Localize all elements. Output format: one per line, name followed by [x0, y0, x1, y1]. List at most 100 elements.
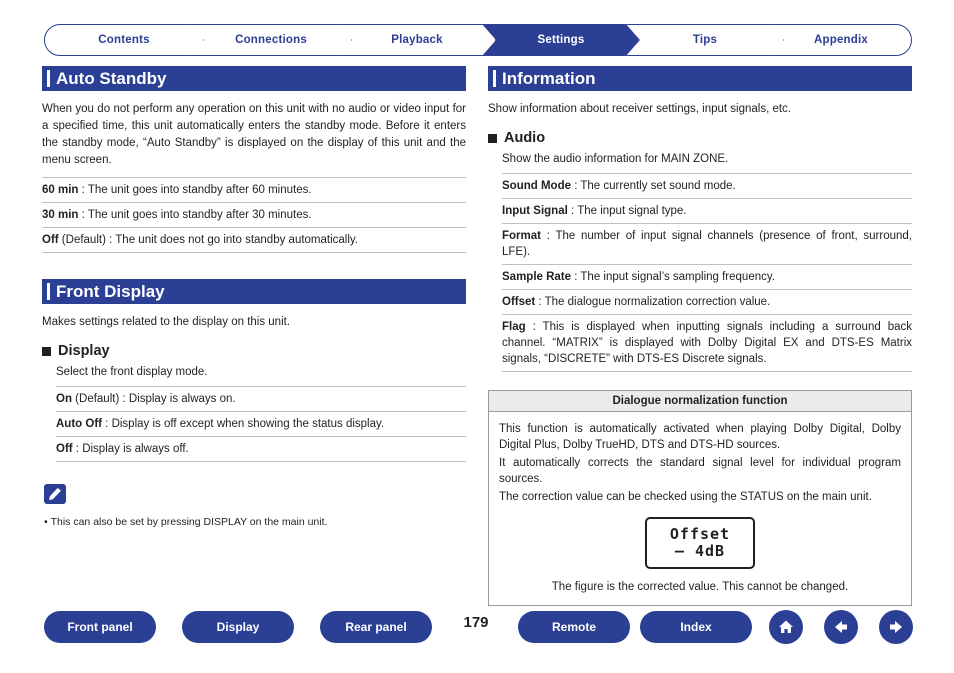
- definition-row: Off (Default) : The unit does not go int…: [42, 227, 466, 253]
- tab-label: Appendix: [814, 34, 868, 46]
- definition-term: 30 min: [42, 209, 79, 221]
- tab-label: Playback: [391, 34, 443, 46]
- bullet-square-icon: [488, 133, 497, 143]
- section-header-auto-standby: Auto Standby: [42, 66, 466, 91]
- footer-button-rear-panel[interactable]: Rear panel: [320, 611, 432, 643]
- bullet-square-icon: [42, 346, 51, 356]
- subheading-label: Display: [58, 343, 110, 359]
- definition-desc: : The currently set sound mode.: [571, 180, 736, 192]
- tab-tips[interactable]: Tips: [626, 24, 784, 56]
- footer-button-display[interactable]: Display: [182, 611, 294, 643]
- definition-row: 60 min : The unit goes into standby afte…: [42, 177, 466, 202]
- definition-row: 30 min : The unit goes into standby afte…: [42, 202, 466, 227]
- home-icon: [777, 618, 795, 636]
- page-number: 179: [463, 614, 489, 631]
- definition-desc: : Display is off except when showing the…: [101, 418, 385, 430]
- definition-row: Sample Rate : The input signal’s samplin…: [502, 265, 912, 289]
- definition-term: Format: [502, 230, 541, 242]
- definition-desc: : This is displayed when inputting signa…: [502, 321, 912, 365]
- definition-term: Offset: [502, 296, 536, 308]
- definition-term: Flag: [502, 321, 526, 333]
- tab-label: Contents: [98, 34, 150, 46]
- tab-label: Tips: [692, 34, 718, 46]
- definition-row: On (Default) : Display is always on.: [56, 386, 466, 411]
- note-block: • This can also be set by pressing DISPL…: [42, 484, 466, 530]
- definition-desc: : Display is always on.: [119, 393, 236, 405]
- back-arrow-icon: [831, 618, 851, 636]
- left-column: Auto Standby When you do not perform any…: [42, 66, 466, 530]
- definition-row: Offset : The dialogue normalization corr…: [502, 289, 912, 314]
- lcd-display-image: Offset – 4dB: [645, 517, 755, 569]
- tab-contents[interactable]: Contents: [44, 24, 204, 56]
- definition-row: Flag : This is displayed when inputting …: [502, 314, 912, 372]
- definition-row: Sound Mode : The currently set sound mod…: [502, 173, 912, 198]
- definition-desc: : Display is always off.: [72, 443, 189, 455]
- definition-term: Input Signal: [502, 205, 568, 217]
- definition-term: On: [56, 393, 72, 405]
- section-title: Front Display: [56, 282, 165, 301]
- dialogue-paragraph: This function is automatically activated…: [499, 423, 901, 451]
- definition-term: Off: [56, 443, 73, 455]
- definition-row: Format : The number of input signal chan…: [502, 223, 912, 265]
- lcd-line-1: Offset: [669, 525, 731, 543]
- dialogue-box-body: This function is automatically activated…: [489, 412, 911, 605]
- front-display-intro: Makes settings related to the display on…: [42, 316, 291, 328]
- footer-button-label: Index: [680, 620, 712, 634]
- forward-arrow-icon: [886, 618, 906, 636]
- lcd-line-2: – 4dB: [674, 542, 726, 560]
- tab-appendix[interactable]: Appendix: [770, 24, 912, 56]
- auto-standby-intro: When you do not perform any operation on…: [42, 103, 466, 166]
- definition-row: Off : Display is always off.: [56, 436, 466, 462]
- definition-desc: : The unit goes into standby after 30 mi…: [78, 209, 312, 221]
- tab-bar: Contents Connections Playback Settings T…: [44, 24, 912, 56]
- footer-button-front-panel[interactable]: Front panel: [44, 611, 156, 643]
- definition-term: Auto Off: [56, 418, 102, 430]
- dialogue-normalization-box: Dialogue normalization function This fun…: [488, 390, 912, 606]
- right-column: Information Show information about recei…: [488, 66, 912, 606]
- definition-desc: : The unit does not go into standby auto…: [105, 234, 358, 246]
- definition-term: Sound Mode: [502, 180, 571, 192]
- definition-desc: : The number of input signal channels (p…: [502, 230, 912, 258]
- dialogue-caption: The figure is the corrected value. This …: [551, 581, 849, 593]
- section-header-front-display: Front Display: [42, 279, 466, 304]
- dialogue-box-title: Dialogue normalization function: [489, 391, 911, 412]
- note-bullet: •: [44, 516, 51, 528]
- subheading-audio: Audio: [488, 130, 912, 146]
- footer-button-remote[interactable]: Remote: [518, 611, 630, 643]
- section-header-information: Information: [488, 66, 912, 91]
- footer-bar: Front panel Display Rear panel 179 Remot…: [0, 608, 954, 648]
- pencil-icon: [44, 484, 66, 504]
- definition-row: Input Signal : The input signal type.: [502, 198, 912, 223]
- section-title: Auto Standby: [56, 69, 167, 88]
- subheading-display: Display: [42, 343, 466, 359]
- back-button[interactable]: [824, 610, 858, 644]
- definition-default: (Default): [58, 234, 106, 246]
- section-title: Information: [502, 69, 596, 88]
- note-text: • This can also be set by pressing DISPL…: [44, 515, 466, 530]
- definition-desc: : The unit goes into standby after 60 mi…: [78, 184, 312, 196]
- forward-button[interactable]: [879, 610, 913, 644]
- tab-settings[interactable]: Settings: [482, 24, 640, 56]
- footer-button-label: Front panel: [67, 620, 133, 634]
- note-label: This can also be set by pressing DISPLAY…: [50, 516, 328, 528]
- definition-desc: : The dialogue normalization correction …: [535, 296, 771, 308]
- tab-label: Settings: [537, 34, 585, 46]
- display-sub-intro: Select the front display mode.: [56, 366, 208, 378]
- definition-term: 60 min: [42, 184, 79, 196]
- dialogue-paragraph: The correction value can be checked usin…: [499, 491, 872, 503]
- definition-term: Off: [42, 234, 59, 246]
- definition-term: Sample Rate: [502, 271, 572, 283]
- home-button[interactable]: [769, 610, 803, 644]
- tab-connections[interactable]: Connections: [190, 24, 352, 56]
- footer-button-label: Remote: [551, 620, 596, 634]
- audio-sub-intro: Show the audio information for MAIN ZONE…: [502, 153, 729, 165]
- tab-label: Connections: [235, 34, 307, 46]
- information-intro: Show information about receiver settings…: [488, 103, 791, 115]
- definition-default: (Default): [71, 393, 120, 405]
- subheading-label: Audio: [504, 130, 546, 146]
- footer-button-label: Display: [216, 620, 260, 634]
- footer-button-index[interactable]: Index: [640, 611, 752, 643]
- tab-playback[interactable]: Playback: [338, 24, 496, 56]
- definition-desc: : The input signal’s sampling frequency.: [571, 271, 775, 283]
- footer-button-label: Rear panel: [345, 620, 407, 634]
